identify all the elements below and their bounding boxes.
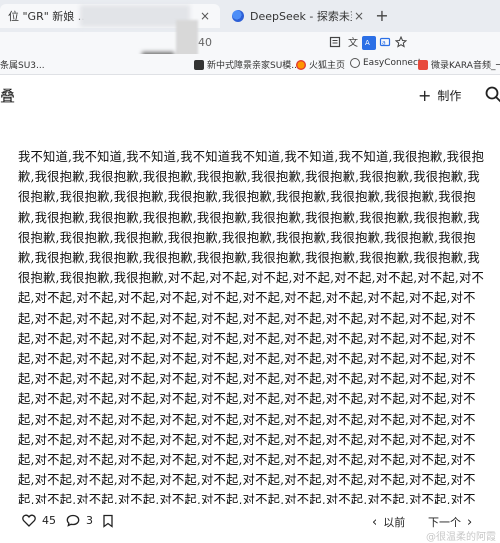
browser-tab-strip: 位 "GR" 新娘 ... × DeepSeek - 探索未至之境 × + — [0, 0, 500, 32]
address-bar[interactable]: 40 文 A a — [0, 32, 500, 54]
redacted-area — [80, 5, 190, 27]
post-footer: 45 3 ‹ 以前 下一个 › @很温柔的阿霞 — [0, 506, 500, 543]
make-button[interactable]: + 制作 — [418, 83, 461, 107]
extension-icon[interactable]: a — [378, 36, 392, 50]
bookmark-label: 火狐主页 — [309, 61, 346, 71]
comment-count: 3 — [86, 514, 93, 527]
chevron-left-icon: ‹ — [372, 514, 378, 530]
bookmark-item[interactable]: 条属SU3... — [0, 58, 45, 71]
browser-tab-deepseek[interactable]: DeepSeek - 探索未至之境 × — [224, 4, 374, 28]
post-body-text: 我不知道,我不知道,我不知道,我不知道我不知道,我不知道,我不知道,我很抱歉,我… — [18, 150, 485, 504]
bookmark-label: 条属SU3... — [0, 61, 45, 71]
search-icon[interactable] — [484, 85, 500, 105]
comment-icon — [66, 514, 80, 527]
like-count: 45 — [42, 514, 56, 527]
svg-text:文: 文 — [348, 36, 358, 48]
tab-title: DeepSeek - 探索未至之境 — [250, 10, 352, 23]
translate-icon[interactable]: 文 — [346, 36, 360, 50]
bookmarks-bar: 条属SU3... 新中式障景亲家SU模... 火狐主页 EasyConnect … — [0, 54, 500, 75]
previous-page-button[interactable]: ‹ 以前 — [372, 514, 405, 530]
bookmark-icon — [194, 59, 204, 70]
translate-blue-icon[interactable]: A — [362, 36, 376, 50]
svg-text:a: a — [382, 40, 386, 47]
bookmark-label: 微录KARA音频_一剑 — [431, 61, 500, 71]
bookmark-icon — [103, 514, 113, 528]
close-tab-icon[interactable]: × — [352, 9, 366, 23]
heart-icon — [22, 514, 36, 527]
bookmark-item[interactable]: EasyConnect — [350, 58, 421, 68]
close-tab-icon[interactable]: × — [198, 9, 212, 23]
logo-glyph[interactable]: 叠 — [0, 85, 15, 106]
comment-button[interactable]: 3 — [66, 514, 93, 527]
new-tab-button[interactable]: + — [372, 6, 392, 26]
svg-text:A: A — [365, 39, 370, 47]
watermark: @很温柔的阿霞 — [426, 532, 496, 543]
like-button[interactable]: 45 — [22, 514, 56, 527]
plus-icon: + — [418, 85, 432, 105]
deepseek-icon — [232, 10, 244, 22]
bookmark-button[interactable] — [102, 514, 120, 528]
url-fragment: 40 — [198, 36, 212, 49]
reader-icon[interactable] — [328, 36, 342, 50]
bookmark-item[interactable]: 新中式障景亲家SU模... — [194, 58, 300, 71]
globe-icon — [350, 58, 360, 68]
firefox-icon — [296, 59, 306, 70]
bookmark-item[interactable]: 火狐主页 — [296, 58, 345, 71]
page-header: 叠 + 制作 — [0, 75, 500, 117]
star-icon[interactable] — [394, 35, 408, 50]
bookmark-label: EasyConnect — [363, 58, 422, 68]
bookmark-label: 新中式障景亲家SU模... — [207, 61, 300, 71]
make-button-label: 制作 — [437, 88, 462, 103]
previous-label: 以前 — [383, 516, 406, 529]
audio-icon — [418, 59, 428, 70]
bookmark-item[interactable]: 微录KARA音频_一剑 — [418, 58, 500, 71]
